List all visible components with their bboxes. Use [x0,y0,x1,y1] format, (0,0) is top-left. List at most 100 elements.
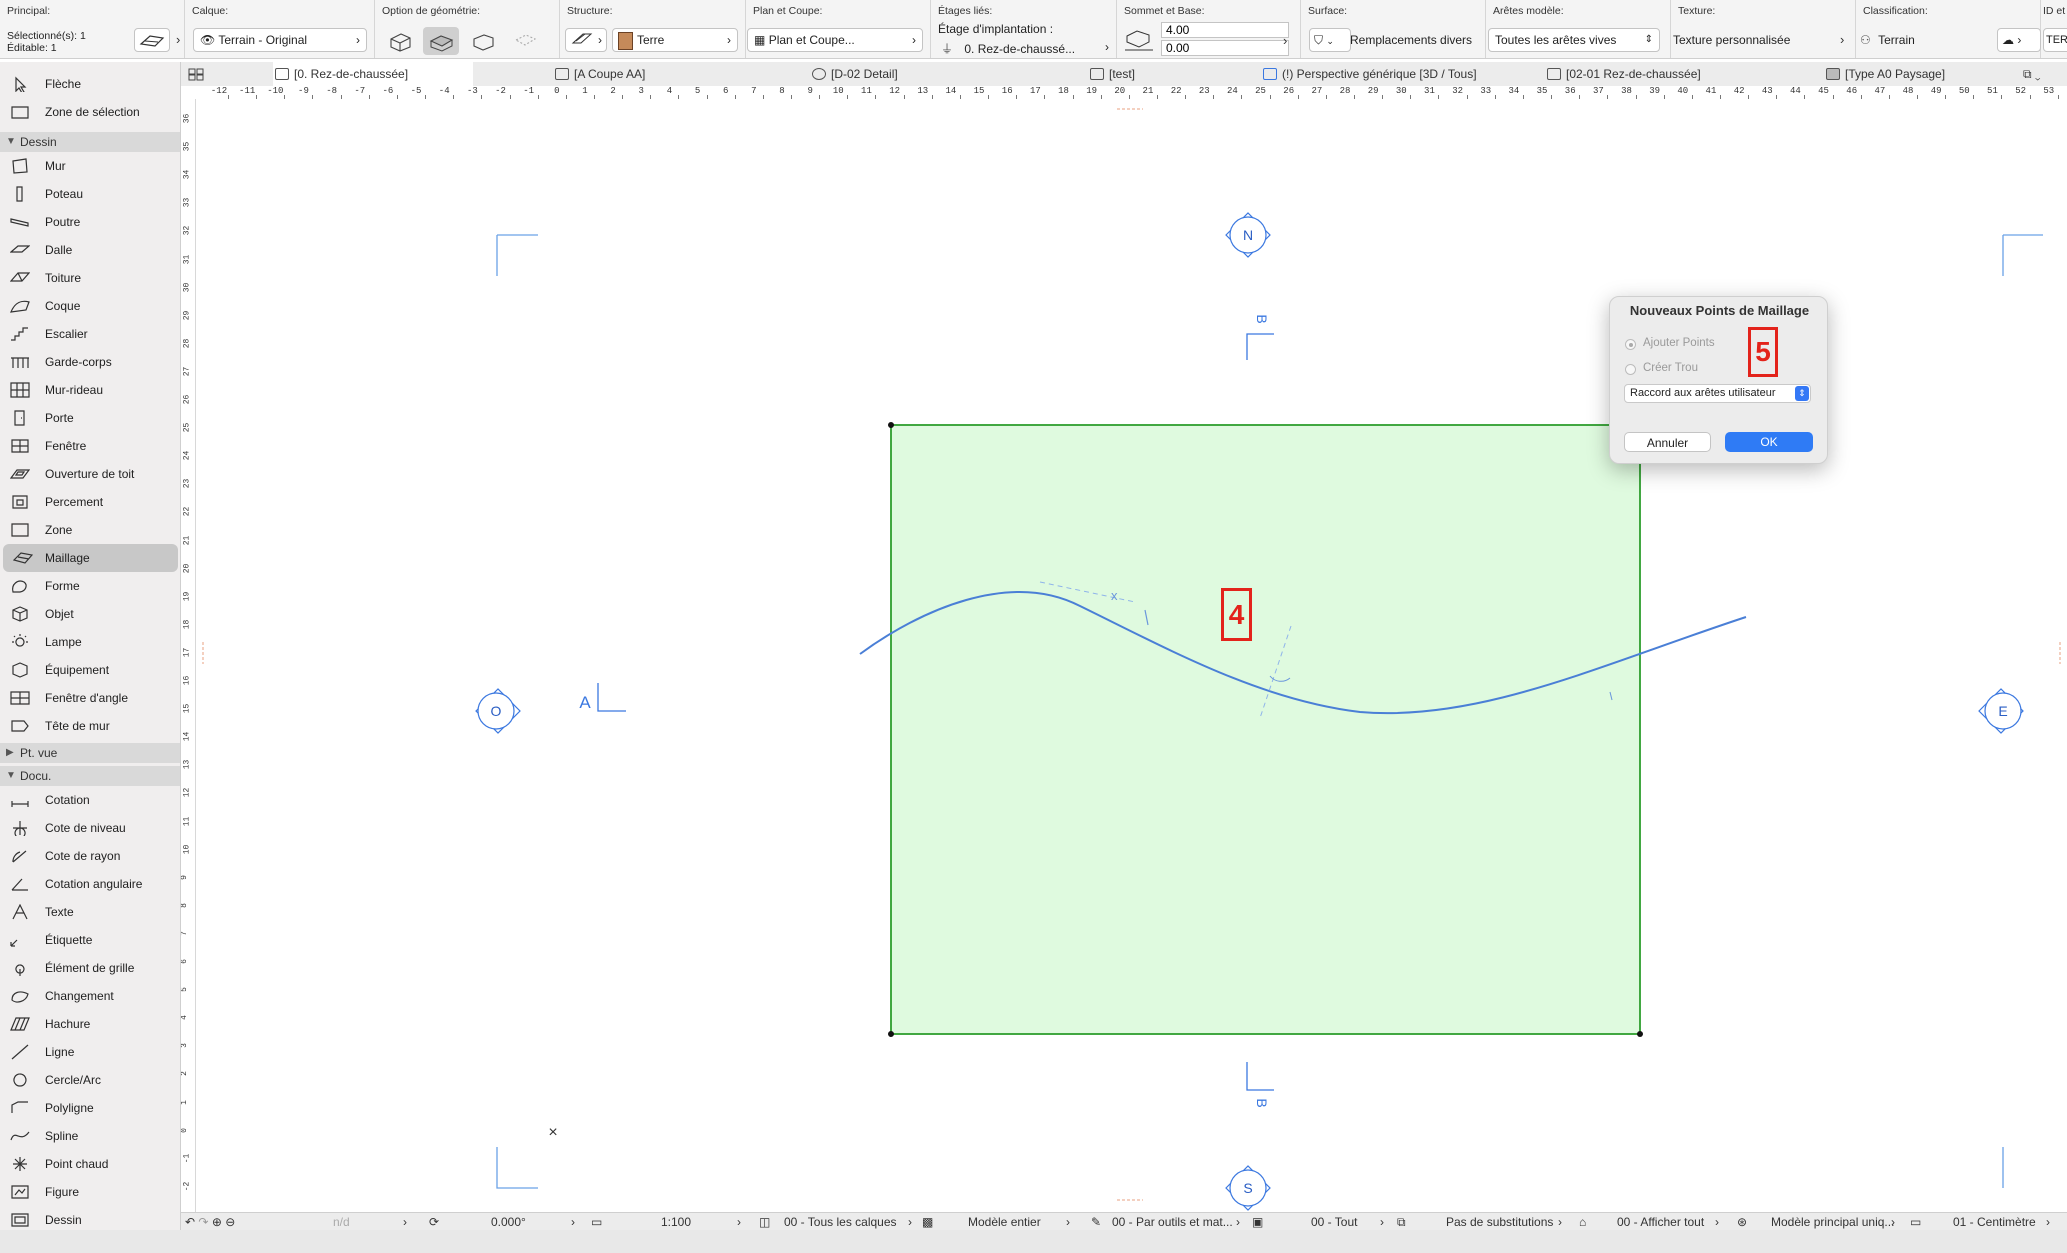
tool-lampe[interactable]: Lampe [0,628,180,656]
tool-figure[interactable]: Figure [0,1178,180,1206]
base-elevation-input[interactable] [1161,40,1289,56]
group-header-pt-vue[interactable]: ▶ Pt. vue [0,743,180,763]
tool-coque[interactable]: Coque [0,292,180,320]
tool-dessin[interactable]: Dessin [0,1206,180,1230]
tool-porte[interactable]: Porte [0,404,180,432]
tool-fleche[interactable]: Flèche [0,70,180,98]
tool-mur-rideau[interactable]: Mur-rideau [0,376,180,404]
tab-coupe-aa[interactable]: [A Coupe AA] [555,62,735,86]
tool-polyligne[interactable]: Polyligne [0,1094,180,1122]
plan-section-select[interactable]: ▦ Plan et Coupe... › [747,28,923,52]
structure-display[interactable]: 00 - Afficher tout [1617,1215,1704,1229]
tool-toiture[interactable]: Toiture [0,264,180,292]
pen-set[interactable]: 00 - Par outils et mat... [1112,1215,1233,1229]
mesh-settings-button[interactable] [134,28,170,52]
tool-cote-de-niveau[interactable]: Cote de niveau [0,814,180,842]
tool-tete-de-mur[interactable]: Tête de mur [0,712,180,740]
tool-poutre[interactable]: Poutre [0,208,180,236]
chevron-right-icon[interactable]: › [2046,1215,2050,1229]
tool-element-de-grille[interactable]: Élément de grille [0,954,180,982]
tool-etiquette[interactable]: Étiquette [0,926,180,954]
chevron-right-icon[interactable]: › [1283,33,1287,48]
tool-fenetre[interactable]: Fenêtre [0,432,180,460]
tool-hachure[interactable]: Hachure [0,1010,180,1038]
chevron-right-icon[interactable]: › [1840,32,1844,47]
tool-zone[interactable]: Zone [0,516,180,544]
mesh-corner-node[interactable] [888,1031,894,1037]
model-view-option[interactable]: Modèle entier [968,1215,1041,1229]
add-points-radio[interactable] [1625,339,1636,350]
chevron-right-icon[interactable]: › [1715,1215,1719,1229]
unit-value[interactable]: 01 - Centimètre [1953,1215,2036,1229]
chevron-right-icon[interactable]: › [1236,1215,1240,1229]
ok-button[interactable]: OK [1725,432,1813,452]
tool-cotation[interactable]: Cotation [0,786,180,814]
classification-select[interactable]: ⚇ Terrain [1860,33,1915,47]
tool-cotation-angulaire[interactable]: Cotation angulaire [0,870,180,898]
undo-redo-zoom-controls[interactable]: ↶ ↷ ⊕ ⊖ [185,1215,235,1229]
cloud-sync-button[interactable]: ☁ › [1997,28,2041,52]
tool-ligne[interactable]: Ligne [0,1038,180,1066]
tool-mur[interactable]: Mur [0,152,180,180]
top-elevation-input[interactable] [1161,22,1289,38]
fit-mode-select[interactable]: Raccord aux arêtes utilisateur ⇕ [1624,384,1811,403]
zoom-in-icon[interactable]: ⊕ [212,1215,222,1229]
scale-value[interactable]: 1:100 [661,1215,691,1229]
tab-perspective-3d[interactable]: (!) Perspective générique [3D / Tous] [1263,62,1503,86]
geometry-surface-only-button[interactable] [507,27,543,55]
tool-poteau[interactable]: Poteau [0,180,180,208]
structure-type-button[interactable]: › [565,28,607,52]
tool-forme[interactable]: Forme [0,572,180,600]
chevron-right-icon[interactable]: › [403,1215,407,1229]
id-input[interactable]: TER [2043,28,2067,52]
chevron-right-icon[interactable]: › [1066,1215,1070,1229]
undo-icon[interactable]: ↶ [185,1215,195,1229]
redo-icon[interactable]: ↷ [198,1215,208,1229]
section-b-marker-bottom[interactable]: B [1246,1062,1274,1108]
tab-test[interactable]: [test] [1090,62,1210,86]
tool-percement[interactable]: Percement [0,488,180,516]
section-b-marker-top[interactable]: B [1246,314,1274,360]
surface-paint-button[interactable]: ⛉ ⌄ [1309,28,1351,52]
building-material-select[interactable]: Terre › [612,28,738,52]
layer-select[interactable]: 👁 Terrain - Original › [193,28,367,52]
geometry-top-surface-button[interactable] [423,27,459,55]
mesh-corner-node[interactable] [888,422,894,428]
section-a-marker[interactable]: A [579,683,626,712]
tool-texte[interactable]: Texte [0,898,180,926]
cancel-button[interactable]: Annuler [1624,432,1711,452]
geometry-fitted-base-button[interactable] [465,27,501,55]
north-marker[interactable]: N [1225,212,1271,258]
tool-zone-de-selection[interactable]: Zone de sélection [0,98,180,126]
model-edges-select[interactable]: Toutes les arêtes vives ⇕ [1488,28,1660,52]
tab-layout-02-01[interactable]: [02-01 Rez-de-chaussée] [1547,62,1747,86]
tool-cote-de-rayon[interactable]: Cote de rayon [0,842,180,870]
tool-ouverture-de-toit[interactable]: Ouverture de toit [0,460,180,488]
chevron-right-icon[interactable]: › [1891,1215,1895,1229]
group-header-dessin[interactable]: ▼ Dessin [0,132,180,152]
group-header-docu[interactable]: ▼ Docu. [0,766,180,786]
tool-point-chaud[interactable]: Point chaud [0,1150,180,1178]
create-hole-radio[interactable] [1625,364,1636,375]
mesh-polygon[interactable] [890,424,1641,1035]
south-marker[interactable]: S [1225,1165,1271,1211]
geometry-solid-button[interactable] [382,27,418,55]
tool-dalle[interactable]: Dalle [0,236,180,264]
east-marker[interactable]: E [1978,688,2024,734]
west-marker[interactable]: O [475,688,521,734]
chevron-right-icon[interactable]: › [737,1215,741,1229]
tool-garde-corps[interactable]: Garde-corps [0,348,180,376]
tab-options-button[interactable]: ⧉ ⌄ [2023,62,2067,86]
rotation-angle[interactable]: 0.000° [491,1215,526,1229]
zoom-value[interactable]: n/d [333,1215,350,1229]
tab-overview-button[interactable] [181,62,211,86]
chevron-right-icon[interactable]: › [1380,1215,1384,1229]
tool-equipement[interactable]: Équipement [0,656,180,684]
tab-type-a0[interactable]: [Type A0 Paysage] [1826,62,1986,86]
tool-cercle-arc[interactable]: Cercle/Arc [0,1066,180,1094]
tool-spline[interactable]: Spline [0,1122,180,1150]
texture-value[interactable]: Texture personnalisée [1673,33,1790,47]
tool-objet[interactable]: Objet [0,600,180,628]
tool-fenetre-d-angle[interactable]: Fenêtre d'angle [0,684,180,712]
layer-combination[interactable]: 00 - Tous les calques [784,1215,897,1229]
